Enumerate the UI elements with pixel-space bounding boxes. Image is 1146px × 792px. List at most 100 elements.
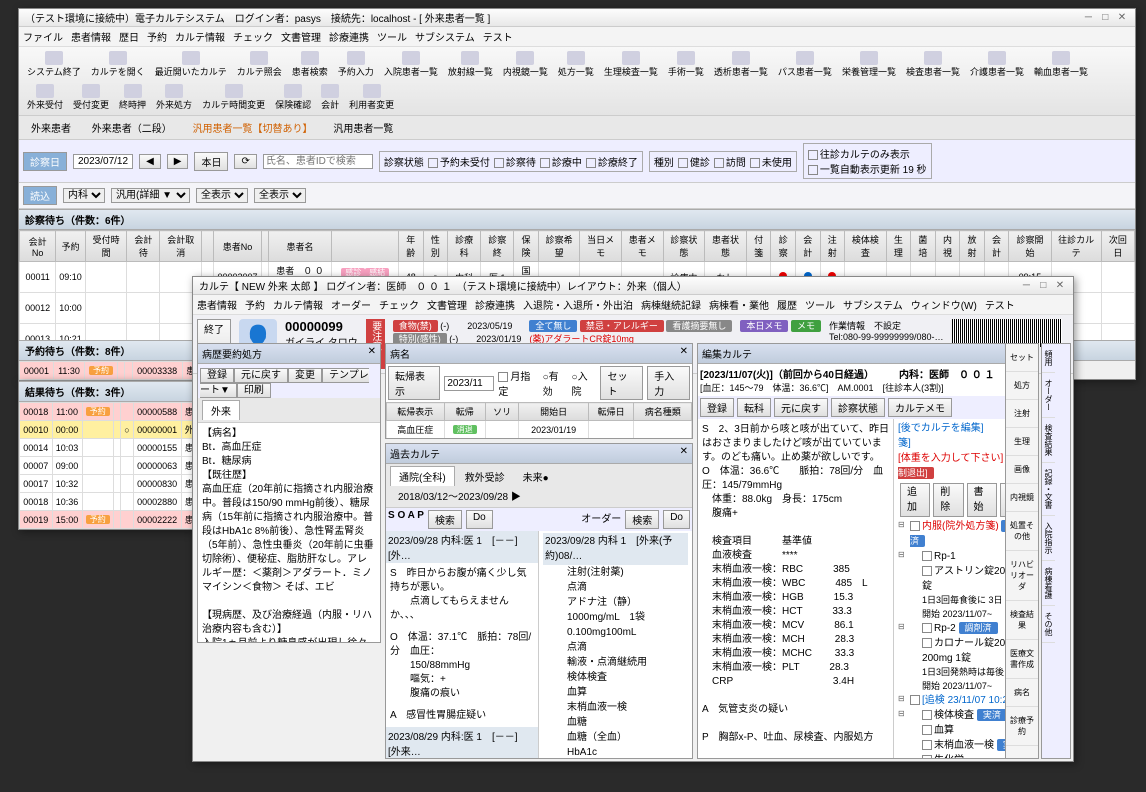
- menu-item[interactable]: 履歴: [777, 301, 797, 312]
- all-select[interactable]: 全表示: [196, 188, 248, 203]
- table-row[interactable]: 0000709:0000000063患者: [20, 457, 207, 475]
- table-row[interactable]: 0001000:00○00000001外来: [20, 421, 207, 439]
- toolbar-button[interactable]: 受付変更: [69, 82, 113, 113]
- lab-order[interactable]: [追検 23/11/07 10:2?: [922, 695, 1014, 706]
- side-button[interactable]: 注射: [1006, 400, 1038, 428]
- toolbar-button[interactable]: 検査患者一覧: [902, 49, 964, 80]
- toolbar-button[interactable]: 予約入力: [334, 49, 378, 80]
- pane-close-icon[interactable]: ✕: [680, 446, 688, 461]
- col-header[interactable]: 病名種類: [634, 403, 692, 421]
- toolbar-button[interactable]: 放射線一覧: [444, 49, 497, 80]
- col-header[interactable]: 当日メモ: [580, 231, 622, 262]
- menu-item[interactable]: 患者情報: [71, 33, 111, 44]
- chk-kenshin[interactable]: 健診: [678, 154, 710, 169]
- menu-item[interactable]: チェック: [379, 301, 419, 312]
- lab-1[interactable]: 検体検査: [934, 710, 974, 721]
- side-tab[interactable]: 頻用: [1042, 344, 1055, 373]
- menu-item[interactable]: 予約: [147, 33, 167, 44]
- all-select-2[interactable]: 全表示: [254, 188, 306, 203]
- col-header[interactable]: 内視: [935, 231, 960, 262]
- toolbar-button[interactable]: カルテ時間変更: [198, 82, 269, 113]
- menu-item[interactable]: カルテ情報: [175, 33, 225, 44]
- col-header[interactable]: 次回日: [1101, 231, 1134, 262]
- toolbar-button[interactable]: システム終了: [23, 49, 85, 80]
- side-button[interactable]: 医療文書作成: [1006, 640, 1038, 679]
- toolbar-button[interactable]: 外来受付: [23, 82, 67, 113]
- side-button[interactable]: 画像: [1006, 456, 1038, 484]
- col-header[interactable]: 会計取消: [160, 231, 202, 262]
- col-header[interactable]: 予約: [56, 231, 86, 262]
- tab-general[interactable]: 汎用患者一覧: [325, 118, 401, 137]
- btn-manual[interactable]: 手入力: [647, 366, 690, 400]
- date-next[interactable]: ▶: [167, 154, 189, 169]
- chk-monthly[interactable]: 月指定: [498, 368, 538, 398]
- col-header[interactable]: [202, 231, 214, 262]
- col-header[interactable]: 会計: [795, 231, 820, 262]
- col-header[interactable]: 患者メモ: [621, 231, 663, 262]
- menu-item[interactable]: 病棟継続記録: [641, 301, 701, 312]
- col-header[interactable]: 付箋: [746, 231, 771, 262]
- col-header[interactable]: 患者名: [268, 231, 332, 262]
- menu-item[interactable]: ファイル: [23, 33, 63, 44]
- menu-item[interactable]: ツール: [805, 301, 835, 312]
- chk-inprog[interactable]: 診療中: [540, 154, 582, 169]
- hx-btn[interactable]: 変更: [288, 368, 322, 383]
- cur-btn2[interactable]: 書始: [967, 483, 997, 517]
- close-icon[interactable]: ✕: [1053, 280, 1067, 291]
- order-item[interactable]: アドナ注（静）1000mg/mL 1袋 0.100mg100mL: [543, 595, 688, 640]
- badge-today-memo[interactable]: 本日メモ: [740, 320, 788, 332]
- chk-oshin-only[interactable]: 往診カルテのみ表示: [808, 150, 910, 161]
- chk-houmon[interactable]: 訪問: [714, 154, 746, 169]
- menu-item[interactable]: サブシステム: [415, 33, 475, 44]
- col-header[interactable]: 診察終: [481, 231, 514, 262]
- col-header[interactable]: 会計No: [20, 231, 56, 262]
- toolbar-button[interactable]: 手術一覧: [664, 49, 708, 80]
- table-row[interactable]: 0000111:30予約00003338患者: [20, 362, 209, 380]
- menu-item[interactable]: 診療連携: [329, 33, 369, 44]
- chk-wait[interactable]: 診察待: [494, 154, 536, 169]
- tab-outpatient[interactable]: 外来患者: [23, 118, 79, 137]
- col-header[interactable]: 診察状態: [663, 231, 705, 262]
- ord1-hdr[interactable]: 2023/09/28 内科 1 [外来(予約)08/…: [543, 533, 688, 565]
- cur-btn[interactable]: 元に戻す: [774, 398, 828, 417]
- toolbar-button[interactable]: 透析患者一覧: [710, 49, 772, 80]
- table-row[interactable]: 0001410:0300000155患者: [20, 439, 207, 457]
- col-header[interactable]: 会計待: [127, 231, 160, 262]
- order-item[interactable]: HbA1c: [543, 745, 688, 759]
- toolbar-button[interactable]: パス患者一覧: [774, 49, 836, 80]
- btn-search[interactable]: 検索: [428, 510, 462, 529]
- side-tab[interactable]: 検査結果: [1042, 418, 1055, 463]
- order-item[interactable]: 末梢血液一検: [543, 700, 688, 715]
- menu-item[interactable]: 文書管理: [281, 33, 321, 44]
- side-button[interactable]: 生理: [1006, 428, 1038, 456]
- toolbar-button[interactable]: 入院患者一覧: [380, 49, 442, 80]
- menu-item[interactable]: カルテ情報: [273, 301, 323, 312]
- side-tab[interactable]: 記録・文書: [1042, 463, 1055, 516]
- past-tab[interactable]: 2018/03/12～2023/09/28 ▶: [390, 486, 529, 505]
- menu-item[interactable]: テスト: [985, 301, 1015, 312]
- col-header[interactable]: 往診カルテ: [1051, 231, 1101, 262]
- search-input[interactable]: [263, 154, 373, 169]
- lab-2[interactable]: 血算: [934, 725, 954, 736]
- menu-item[interactable]: 診療連携: [475, 301, 515, 312]
- table-row[interactable]: 0001710:3200000830患者: [20, 475, 207, 493]
- btn-search-2[interactable]: 検索: [625, 510, 659, 529]
- menu-item[interactable]: テスト: [483, 33, 513, 44]
- menu-item[interactable]: サブシステム: [843, 301, 903, 312]
- side-button[interactable]: リハビリオーダ: [1006, 551, 1038, 601]
- max-icon[interactable]: □: [1098, 12, 1112, 23]
- col-header[interactable]: 診察希望: [538, 231, 580, 262]
- menu-item[interactable]: 歴日: [119, 33, 139, 44]
- col-header[interactable]: 受付時間: [85, 231, 127, 262]
- side-button[interactable]: 診療予約: [1006, 707, 1038, 746]
- hx-btn[interactable]: 登録: [200, 368, 234, 383]
- btn-tenki[interactable]: 転帰表示: [388, 366, 440, 400]
- today-button[interactable]: 本日: [194, 152, 228, 171]
- ord-inner-prescription[interactable]: 内服(院外処方箋): [922, 521, 999, 532]
- side-button[interactable]: 病名: [1006, 679, 1038, 707]
- toolbar-button[interactable]: カルテ照会: [233, 49, 286, 80]
- rp1[interactable]: Rp-1: [934, 551, 956, 562]
- col-header[interactable]: 性別: [423, 231, 448, 262]
- hx-btn[interactable]: 印刷: [237, 383, 271, 398]
- order-item[interactable]: 点滴: [543, 640, 688, 655]
